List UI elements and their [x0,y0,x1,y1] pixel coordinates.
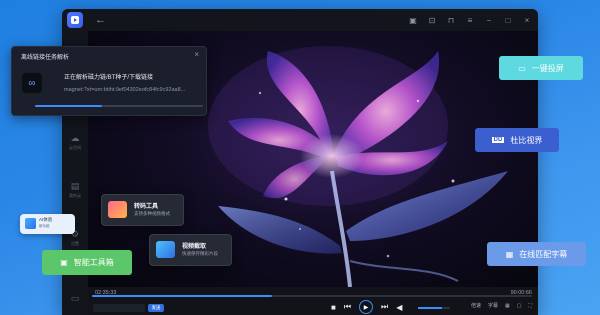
app-logo [67,12,83,28]
cast-label: 一键投屏 [531,63,564,73]
player-controls: 02:35:33 90:00:66 发送 ■ ⏮ ▶ ⏭ ◀ 倍速 字幕 ▦ ▢… [88,287,538,315]
total-time: 90:00:66 [510,290,532,296]
sidebar-item-label: 我的云 [69,193,81,198]
task-panel-title: 离线链接任务解析 [21,55,70,61]
sidebar-item-label: 设置 [71,241,79,246]
magnet-link-icon: ∞ [22,73,42,93]
task-link: magnet:?xt=urn:btiht:9ef04302eofc84fc9c9… [64,87,186,93]
volume-icon[interactable]: ◀ [396,303,402,312]
tool-title: 视频截取 [182,244,207,250]
right-controls: 倍速 字幕 ▦ ▢ ⛶ [471,302,532,310]
dolby-label: 杜比视界 [510,135,543,145]
ai-badge-icon [25,218,36,229]
close-icon[interactable]: × [194,50,199,59]
mini-badge-sub: 新功能 [39,224,50,228]
lock-icon[interactable]: ⊓ [446,16,456,25]
tool-subtitle: 支持多种视频格式 [134,211,170,216]
subtitle-match-label: 在线匹配字幕 [519,249,568,259]
box-icon[interactable]: ⊡ [427,16,437,25]
previous-icon[interactable]: ⏮ [344,302,351,312]
subtitle-button[interactable]: 字幕 [488,302,498,309]
stop-icon[interactable]: ■ [331,303,336,312]
dolby-promo[interactable]: DD 杜比视界 [475,128,559,152]
title-bar: ← ▣ ⊡ ⊓ ≡ − □ × [62,9,538,31]
send-button[interactable]: 发送 [148,304,164,312]
cast-promo[interactable]: ▭ 一键投屏 [499,56,583,80]
back-arrow-icon[interactable]: ← [95,14,106,26]
toolbox-promo[interactable]: ▣ 智能工具箱 [42,250,132,275]
task-parse-panel: 离线链接任务解析 × ∞ 正在解析磁力链/BT种子/下载链接 magnet:?x… [11,46,207,116]
feedback-icon[interactable]: ▣ [408,16,418,25]
toolbox-icon: ▣ [60,258,68,267]
sidebar-item-label: 云空间 [69,145,81,150]
dolby-icon: DD [491,137,505,143]
sidebar-item-cloud[interactable]: ☁ 云空间 [62,133,88,151]
close-icon[interactable]: × [522,16,532,25]
current-time: 02:35:33 [95,290,117,296]
sidebar-item-my-cloud[interactable]: ▤ 我的云 [62,181,88,199]
screenshot-icon [156,241,175,258]
sidebar-item-chat[interactable]: ▭ [62,293,88,304]
screenshot-tool-card[interactable]: 视频截取 快速保存精彩片段 [149,234,232,266]
task-status: 正在解析磁力链/BT种子/下载链接 [64,75,154,81]
toolbox-label: 智能工具箱 [73,258,114,267]
cloud-folder-icon: ▤ [70,181,80,191]
converter-icon [108,201,127,218]
next-icon[interactable]: ⏭ [381,302,388,312]
progress-bar[interactable] [92,295,532,297]
playback-buttons: ■ ⏮ ▶ ⏭ ◀ [331,300,402,314]
mini-ai-badge[interactable]: AI体验 新功能 [20,214,75,234]
menu-icon[interactable]: ≡ [465,16,475,25]
ai-icon[interactable]: ▦ [505,303,510,309]
volume-fill [418,307,442,309]
volume-slider[interactable] [418,307,450,309]
tool-title: 转码工具 [134,204,159,210]
comment-input[interactable] [93,304,145,312]
tool-subtitle: 快速保存精彩片段 [182,251,218,256]
subtitle-match-promo[interactable]: ▦ 在线匹配字幕 [487,242,586,266]
converter-tool-card[interactable]: 转码工具 支持多种视频格式 [101,194,184,226]
maximize-icon[interactable]: □ [503,16,513,25]
screenshot-icon[interactable]: ▢ [517,303,522,309]
ai-chip-icon: ▦ [505,249,514,259]
task-progress-fill [35,105,103,107]
cloud-icon: ☁ [70,133,80,143]
cast-icon: ▭ [518,63,526,73]
play-button[interactable]: ▶ [359,300,374,314]
progress-fill [92,295,273,297]
chat-icon: ▭ [70,293,80,303]
task-progress-bar [35,105,203,107]
mini-badge-label: AI体验 [39,217,53,222]
minimize-icon[interactable]: − [484,16,494,25]
speed-button[interactable]: 倍速 [471,302,481,309]
fullscreen-icon[interactable]: ⛶ [528,303,532,309]
